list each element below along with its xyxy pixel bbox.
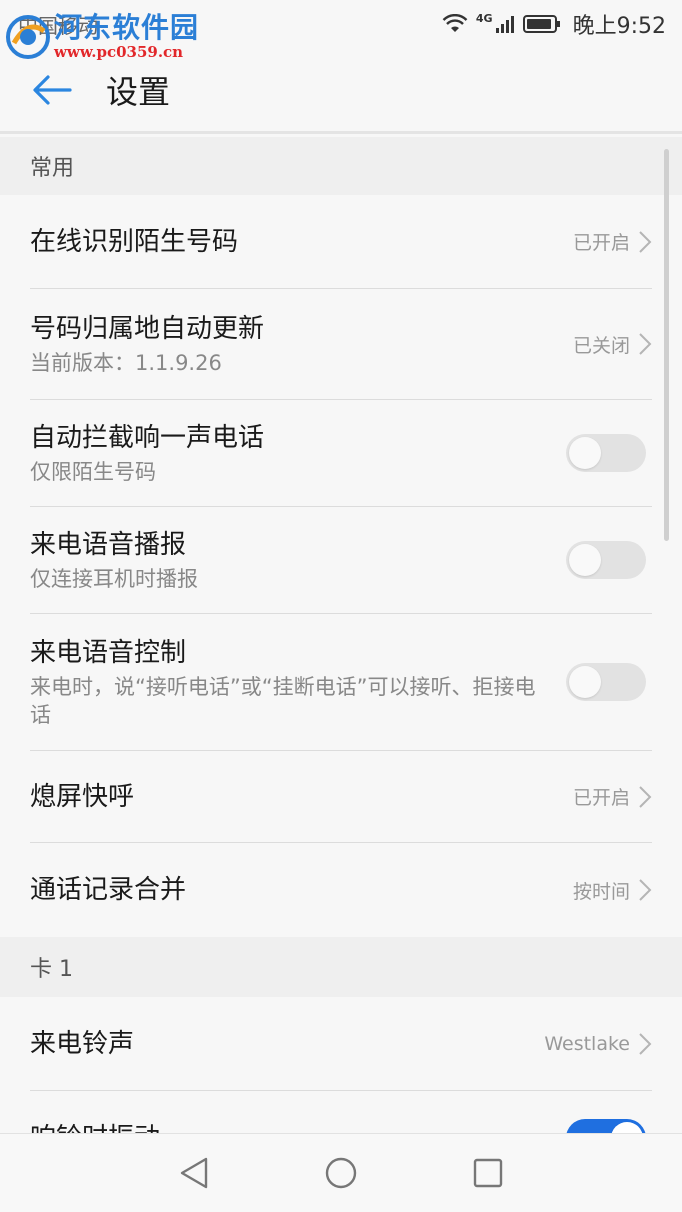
- settings-list[interactable]: 常用 在线识别陌生号码 已开启 号码归属地自动更新 当前版本：1.1.9.26 …: [0, 137, 682, 1133]
- setting-subtitle: 仅连接耳机时播报: [30, 567, 198, 591]
- chevron-right-icon: [639, 1032, 652, 1055]
- toggle-knob: [611, 1122, 643, 1133]
- setting-title: 自动拦截响一声电话: [30, 423, 265, 453]
- nav-recents-button[interactable]: [458, 1143, 518, 1203]
- clock: 晚上9:52: [572, 14, 666, 39]
- toggle-switch[interactable]: [566, 663, 646, 701]
- toggle-switch[interactable]: [566, 541, 646, 579]
- status-icons: 4G 晚上9:52: [442, 8, 666, 40]
- nav-home-button[interactable]: [311, 1143, 371, 1203]
- status-bar: 中国移动 4G 晚上9:52: [0, 0, 682, 48]
- setting-value: Westlake: [544, 1032, 630, 1055]
- page-title: 设置: [106, 72, 171, 111]
- back-button[interactable]: [0, 47, 106, 133]
- setting-value: 已开启: [572, 232, 630, 254]
- scrollbar[interactable]: [664, 149, 669, 541]
- setting-title: 响铃时振动: [30, 1120, 160, 1133]
- setting-subtitle: 来电时，说“接听电话”或“挂断电话”可以接听、拒接电话: [30, 675, 536, 727]
- battery-icon: [522, 14, 561, 34]
- setting-title: 在线识别陌生号码: [30, 226, 239, 257]
- setting-value: 按时间: [572, 880, 630, 903]
- toggle-switch[interactable]: [566, 1119, 646, 1133]
- network-type-label: 4G: [475, 12, 493, 25]
- toggle-switch[interactable]: [566, 434, 646, 472]
- chevron-right-icon: [639, 785, 652, 808]
- section-header-common: 常用: [0, 137, 682, 195]
- square-recents-icon: [474, 1158, 503, 1188]
- setting-call-log-merge[interactable]: 通话记录合并 按时间: [30, 843, 652, 937]
- setting-voice-control[interactable]: 来电语音控制 来电时，说“接听电话”或“挂断电话”可以接听、拒接电话: [30, 614, 652, 751]
- navigation-bar: [0, 1133, 682, 1212]
- section-header-sim1: 卡 1: [0, 937, 682, 997]
- toggle-knob: [569, 666, 601, 698]
- setting-location-update[interactable]: 号码归属地自动更新 当前版本：1.1.9.26 已关闭: [30, 289, 652, 400]
- setting-vibrate-on-ring[interactable]: 响铃时振动: [30, 1091, 652, 1133]
- setting-subtitle: 当前版本：1.1.9.26: [30, 351, 222, 375]
- setting-title: 来电语音播报: [30, 530, 187, 560]
- signal-icon: [495, 14, 515, 34]
- nav-back-button[interactable]: [164, 1143, 224, 1203]
- carrier-label: 中国移动: [18, 13, 98, 38]
- triangle-back-icon: [180, 1157, 207, 1189]
- setting-value: 已关闭: [572, 334, 630, 357]
- app-bar: 设置: [0, 48, 682, 134]
- setting-value: 已开启: [572, 787, 630, 809]
- setting-block-one-ring[interactable]: 自动拦截响一声电话 仅限陌生号码: [30, 400, 652, 507]
- setting-voice-announce[interactable]: 来电语音播报 仅连接耳机时播报: [30, 507, 652, 614]
- chevron-right-icon: [639, 333, 652, 355]
- toggle-knob: [569, 437, 601, 469]
- setting-title: 号码归属地自动更新: [30, 314, 265, 344]
- chevron-right-icon: [639, 230, 652, 253]
- setting-title: 来电铃声: [30, 1028, 135, 1059]
- setting-screen-off-call[interactable]: 熄屏快呼 已开启: [30, 751, 652, 843]
- setting-title: 熄屏快呼: [30, 781, 135, 812]
- arrow-left-icon: [33, 74, 72, 105]
- setting-ringtone[interactable]: 来电铃声 Westlake: [30, 997, 652, 1091]
- toggle-knob: [569, 544, 601, 576]
- setting-title: 来电语音控制: [30, 638, 187, 668]
- chevron-right-icon: [639, 879, 652, 901]
- circle-home-icon: [325, 1157, 357, 1189]
- wifi-icon: [442, 14, 468, 34]
- setting-online-identify[interactable]: 在线识别陌生号码 已开启: [30, 195, 652, 289]
- setting-title: 通话记录合并: [30, 875, 187, 905]
- setting-subtitle: 仅限陌生号码: [30, 460, 156, 484]
